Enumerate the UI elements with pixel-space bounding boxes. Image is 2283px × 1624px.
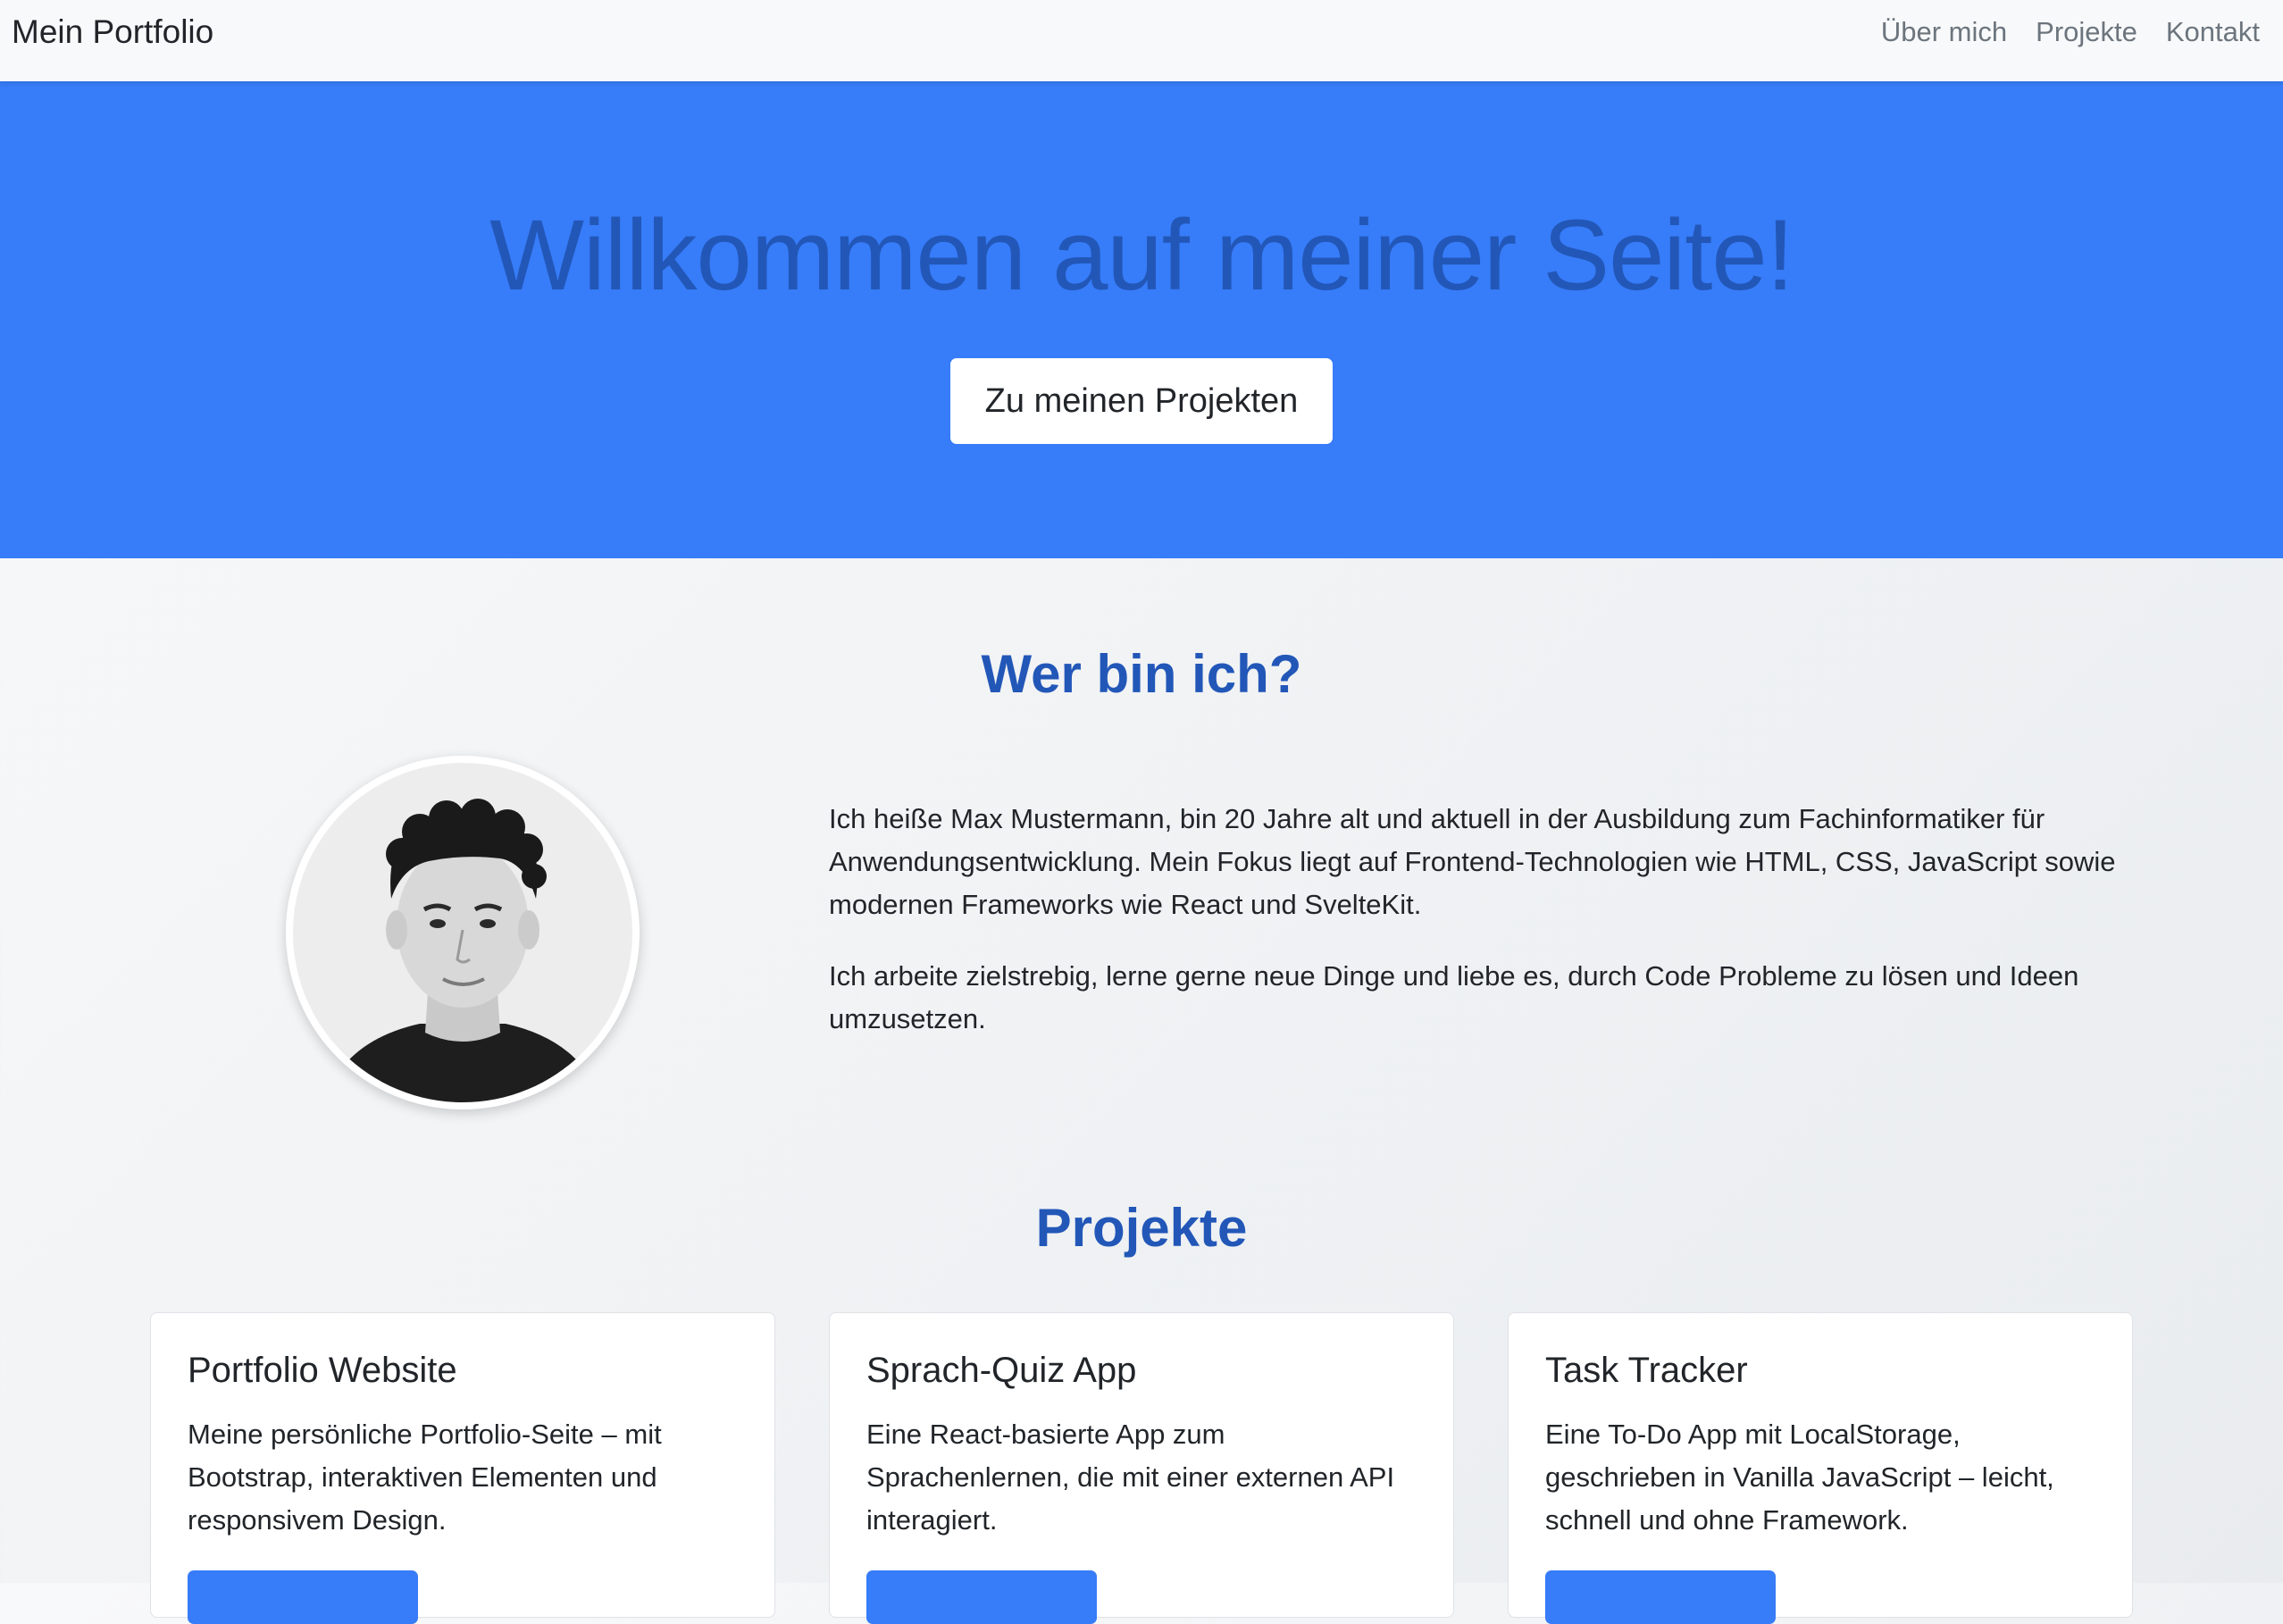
nav-link-ueber-mich[interactable]: Über mich	[1867, 14, 2021, 50]
project-card-text: Eine To-Do App mit LocalStorage, geschri…	[1545, 1419, 2054, 1536]
nav-link-projekte[interactable]: Projekte	[2021, 14, 2152, 50]
project-card-title: Task Tracker	[1545, 1351, 1748, 1390]
nav-links: Über mich Projekte Kontakt	[1867, 14, 2274, 50]
project-card-button[interactable]	[1545, 1570, 1776, 1624]
brand-link[interactable]: Mein Portfolio	[12, 13, 213, 52]
about-text: Ich heiße Max Mustermann, bin 20 Jahre a…	[829, 798, 2142, 1069]
about-title: Wer bin ich?	[981, 644, 1302, 704]
project-card-portfolio-website: Portfolio Website Meine persönliche Port…	[150, 1312, 775, 1624]
hero-section: Willkommen auf meiner Seite! Zu meinen P…	[0, 81, 2283, 558]
project-card-title: Portfolio Website	[188, 1351, 457, 1390]
project-card-text: Meine persönliche Portfolio-Seite – mit …	[188, 1419, 662, 1536]
profile-photo-avatar	[286, 756, 640, 1109]
about-paragraph-2: Ich arbeite zielstrebig, lerne gerne neu…	[829, 960, 2079, 1034]
projects-title: Projekte	[1035, 1198, 1248, 1258]
project-card-task-tracker: Task Tracker Eine To-Do App mit LocalSto…	[1508, 1312, 2133, 1624]
navbar: Mein Portfolio Über mich Projekte Kontak…	[0, 0, 2283, 81]
project-card-button[interactable]	[188, 1570, 418, 1624]
project-card-text: Eine React-basierte App zum Sprachenlern…	[866, 1419, 1395, 1536]
project-card-title: Sprach-Quiz App	[866, 1351, 1137, 1390]
project-card-sprach-quiz-app: Sprach-Quiz App Eine React-basierte App …	[829, 1312, 1454, 1624]
projects-cta-button[interactable]: Zu meinen Projekten	[950, 358, 1333, 444]
hero-title: Willkommen auf meiner Seite!	[489, 199, 1794, 311]
nav-link-kontakt[interactable]: Kontakt	[2152, 14, 2274, 50]
about-paragraph-1: Ich heiße Max Mustermann, bin 20 Jahre a…	[829, 803, 2116, 920]
project-card-button[interactable]	[866, 1570, 1097, 1624]
profile-photo-icon	[286, 756, 640, 1109]
